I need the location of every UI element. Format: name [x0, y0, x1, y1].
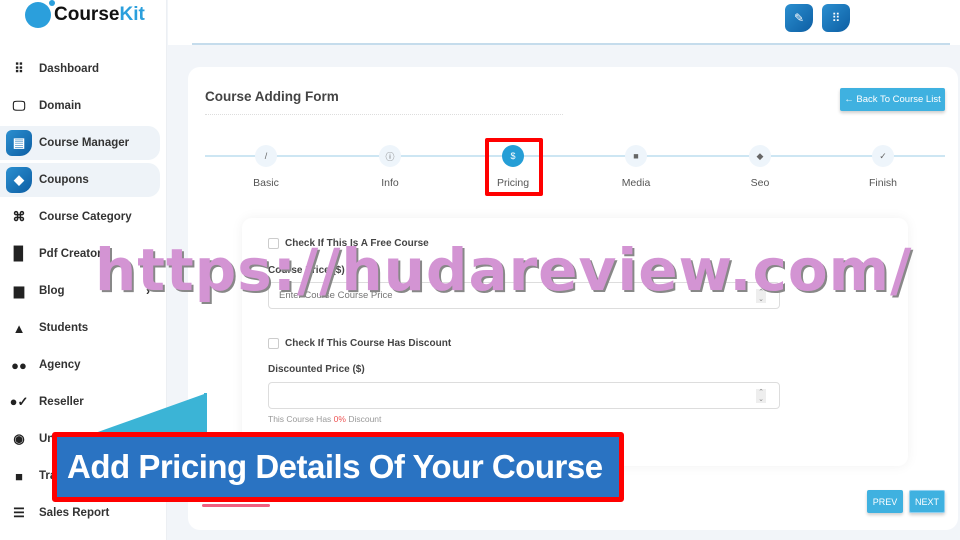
discount-stepper[interactable]: ⌃ ⌄ [756, 389, 766, 403]
logo[interactable]: CourseKit [25, 0, 145, 28]
sidebar-item-course-category[interactable]: ⌘ Course Category [0, 200, 160, 234]
caption-banner: Add Pricing Details Of Your Course [52, 432, 624, 502]
grid-icon: ⠿ [14, 61, 24, 76]
sidebar-item-label: Pdf Creator [39, 248, 102, 260]
prev-button[interactable]: PREV [867, 490, 903, 513]
video-icon: ■ [15, 468, 23, 484]
discount-hint: This Course Has 0% Discount [268, 414, 382, 424]
monitor-icon: 🖵 [12, 98, 26, 113]
decorative-triangle [95, 393, 207, 433]
video-icon: ■ [625, 145, 647, 167]
sidebar-item-label: Students [39, 322, 89, 334]
step-info[interactable]: ⓘ Info [350, 145, 430, 189]
sidebar-item-students[interactable]: ▲ Students [0, 311, 160, 345]
stepper-line [205, 155, 945, 157]
pencil-icon: / [255, 145, 277, 167]
step-label: Finish [868, 177, 897, 189]
user-check-icon: ●✓ [9, 394, 29, 409]
command-icon: ⌘ [12, 209, 26, 224]
step-seo[interactable]: ◆ Seo [720, 145, 800, 189]
sidebar-item-label: Dashboard [39, 63, 100, 75]
sidebar-item-domain[interactable]: 🖵 Domain [0, 89, 160, 123]
sidebar-item-coupons[interactable]: ◆ Coupons [0, 163, 160, 197]
sidebar-item-label: Reseller [39, 396, 84, 408]
decorative-underline [202, 504, 270, 507]
magic-wand-button[interactable]: ✎ [785, 4, 813, 32]
decorative-triangle [204, 393, 207, 433]
highlight-box [485, 138, 543, 196]
sidebar-item-label: Sales Report [39, 507, 110, 519]
tag-icon: ◆ [749, 145, 771, 167]
step-label: Basic [253, 177, 279, 189]
step-media[interactable]: ■ Media [596, 145, 676, 189]
check-circle-icon: ✓ [872, 145, 894, 167]
divider [205, 114, 563, 115]
step-basic[interactable]: / Basic [226, 145, 306, 189]
sidebar-item-label: Coupons [39, 174, 89, 186]
discounted-price-input[interactable] [268, 382, 780, 409]
step-label: Media [621, 177, 651, 189]
sidebar-item-label: Course Manager [39, 137, 130, 149]
back-to-course-list-button[interactable]: ← Back To Course List [840, 88, 945, 111]
sidebar-item-label: Course Category [39, 211, 132, 223]
next-button[interactable]: NEXT [909, 490, 945, 513]
sidebar-item-agency[interactable]: ●● Agency [0, 348, 160, 382]
sidebar-item-course-manager[interactable]: ▤ Course Manager [0, 126, 160, 160]
step-label: Info [381, 177, 399, 189]
sidebar-item-label: Agency [39, 359, 81, 371]
divider [192, 43, 950, 45]
users-icon: ●● [11, 357, 27, 373]
pdf-file-icon: ▉ [14, 246, 24, 261]
sidebar-item-label: Domain [39, 100, 82, 112]
logo-icon [25, 0, 55, 28]
graduation-cap-icon: ▲ [12, 320, 26, 336]
ticket-icon: ◆ [6, 167, 32, 193]
apps-grid-button[interactable]: ⠿ [822, 4, 850, 32]
inbox-icon: ▤ [6, 130, 32, 156]
info-icon: ⓘ [379, 145, 401, 167]
sidebar-item-label: Blog [39, 285, 65, 297]
watermark: https://hudareview.com/ [95, 236, 913, 304]
magic-wand-icon: ✎ [793, 11, 805, 25]
discount-checkbox[interactable]: Check If This Course Has Discount [268, 338, 451, 349]
discounted-price-label: Discounted Price ($) [268, 364, 365, 375]
step-label: Seo [750, 177, 770, 189]
sidebar-item-dashboard[interactable]: ⠿ Dashboard [0, 52, 160, 86]
lifebuoy-icon: ◉ [13, 431, 25, 446]
apps-grid-icon: ⠿ [831, 11, 841, 25]
page-title: Course Adding Form [205, 89, 339, 104]
clipboard-icon: ☰ [13, 505, 25, 520]
calendar-icon: ▆ [14, 283, 24, 298]
step-finish[interactable]: ✓ Finish [843, 145, 923, 189]
